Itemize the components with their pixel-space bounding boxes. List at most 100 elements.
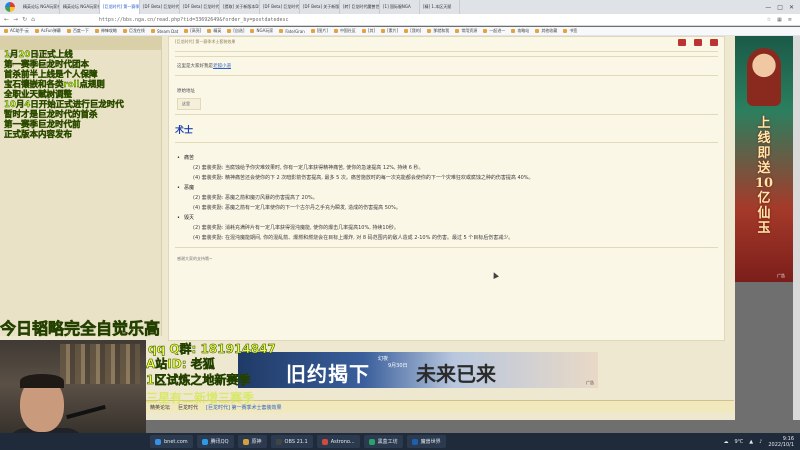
extensions-icon[interactable]: ▦ bbox=[777, 17, 782, 23]
divider bbox=[175, 75, 718, 76]
folder-icon bbox=[483, 29, 488, 33]
browser-tab[interactable]: [精] 1.本区天赋 bbox=[420, 0, 460, 14]
ad-tag: 广告 bbox=[777, 273, 785, 278]
ad-headline: 未来已来 bbox=[416, 362, 496, 386]
bookmark-item[interactable]: 神锋攻略 bbox=[94, 28, 117, 34]
folder-icon bbox=[361, 29, 366, 33]
bookmark-item[interactable]: 巨龙在线 bbox=[122, 28, 145, 34]
overlay-line: 全职业天赋树调整 bbox=[4, 90, 73, 100]
folder-icon bbox=[227, 29, 232, 33]
set-bonus-line: (4) 套装奖励: 在混沌魔能期间, 你的混乱箭、爆燃和燃烧会在目标上爆炸, 对… bbox=[193, 235, 514, 241]
home-icon[interactable]: ⌂ bbox=[31, 16, 35, 23]
ad-small-text: 9月30日 bbox=[388, 363, 408, 369]
bookmark-item[interactable]: Steam Dat bbox=[150, 29, 178, 34]
overlay-line: 1月20日正式上线 bbox=[4, 50, 73, 60]
bookmark-item[interactable]: 精英 bbox=[207, 28, 221, 34]
folder-icon bbox=[427, 29, 432, 33]
close-icon[interactable]: ✕ bbox=[789, 4, 794, 11]
overlay-line: 10月4日开始正式进行巨龙时代 bbox=[4, 100, 124, 110]
set-bonus-line: (2) 套装奖励: 消耗充满碎片有一定几率获得混沌魔能, 使你的爆击几率提高10… bbox=[193, 225, 399, 231]
bookmark-item[interactable]: AcFun弹幕 bbox=[34, 28, 61, 34]
browser-tab[interactable]: [DF Beta] 巨龙时代第一赛 bbox=[180, 0, 220, 14]
microphone-icon bbox=[66, 404, 106, 420]
taskbar-item[interactable]: 魔兽世界 bbox=[406, 435, 446, 448]
bookmark-item[interactable]: 书签 bbox=[563, 28, 577, 34]
folder-icon bbox=[207, 29, 212, 33]
bookmark-item[interactable]: [素片] bbox=[381, 28, 398, 34]
set-bonus-line: (4) 套装奖励: 精神痛苦还会使你的下 2 次暗影箭伤害提高, 最多 5 次。… bbox=[193, 175, 534, 181]
report-icon[interactable] bbox=[710, 38, 718, 46]
browser-tab[interactable]: [DF Beta] 巨龙时代 bbox=[260, 0, 300, 14]
forward-icon[interactable]: → bbox=[13, 16, 18, 23]
share-icon[interactable] bbox=[678, 38, 686, 46]
back-icon[interactable]: ← bbox=[4, 16, 9, 23]
post-meta: [巨龙时代] 第一赛季术士套装效果 bbox=[175, 39, 236, 44]
volume-icon[interactable]: ♪ bbox=[759, 439, 762, 445]
set-bonus-line: (4) 套装奖励: 恶魔之箭有一定几率使你的下一个古尔丹之手充为瞬发, 造成的伤… bbox=[193, 205, 401, 211]
bookmark-item[interactable]: [图片] bbox=[310, 28, 328, 34]
bookmark-item[interactable]: 攻略站 bbox=[511, 28, 529, 34]
bookmark-item[interactable]: 百度一下 bbox=[66, 28, 89, 34]
browser-tab[interactable]: 精英论坛 NGA玩家社区 bbox=[60, 0, 100, 14]
spec-name: 毁灭 bbox=[177, 213, 716, 223]
favorite-icon[interactable] bbox=[694, 38, 702, 46]
taskbar-item[interactable]: 原神 bbox=[237, 435, 267, 448]
taskbar-item[interactable]: bnet.com bbox=[150, 435, 193, 448]
weather-icon[interactable]: ☁ bbox=[724, 439, 729, 445]
browser-tab[interactable]: [提取] 关于新版本DH bbox=[220, 0, 260, 14]
greeting-line: 这里是大家好我是老狐小道 bbox=[177, 64, 231, 69]
bookmark-item[interactable]: [其] bbox=[361, 28, 375, 34]
url-field[interactable]: https://bbs.nga.cn/read.php?tid=33692649… bbox=[99, 17, 289, 23]
bookmark-item[interactable]: NGA玩家 bbox=[250, 28, 273, 34]
scrollbar[interactable] bbox=[793, 36, 800, 420]
refresh-icon[interactable]: ↻ bbox=[22, 16, 27, 23]
divider bbox=[175, 56, 718, 57]
overlay-line: 正式版本内容发布 bbox=[4, 130, 73, 140]
folder-icon bbox=[333, 29, 338, 33]
bookmark-item[interactable]: 其他收藏 bbox=[535, 28, 557, 34]
bookmark-item[interactable]: [高亮] bbox=[184, 28, 201, 34]
browser-tab[interactable]: [转] 巨龙时代魔兽世界 bbox=[340, 0, 380, 14]
bookmark-item[interactable]: Fate/Gran bbox=[279, 29, 305, 34]
spec-name: 恶魔 bbox=[177, 183, 716, 193]
browser-logo-icon[interactable] bbox=[0, 0, 20, 14]
clock[interactable]: 9:16 2022/10/1 bbox=[768, 436, 794, 448]
bookmark-item[interactable]: [自选] bbox=[227, 28, 244, 34]
bookmark-star-icon[interactable]: ☆ bbox=[767, 17, 771, 23]
taskbar-item[interactable]: OBS 21.1 bbox=[270, 435, 313, 448]
post-body: [巨龙时代] 第一赛季术士套装效果 这里是大家好我是老狐小道 原始地址 这里 术… bbox=[168, 36, 725, 341]
app-icon bbox=[368, 438, 375, 445]
browser-tab-active[interactable]: [巨龙时代] 第一赛季术士 bbox=[100, 0, 140, 14]
section-title: 术士 bbox=[175, 126, 194, 136]
menu-icon[interactable]: ≡ bbox=[788, 17, 792, 23]
overlay-line: 第一赛季巨龙时代团本 bbox=[4, 60, 90, 70]
browser-tab[interactable]: 精英论坛 NGA玩家社区 bbox=[20, 0, 60, 14]
folder-icon bbox=[511, 29, 516, 33]
bookmark-item[interactable]: [我的] bbox=[404, 28, 421, 34]
folder-icon bbox=[34, 29, 39, 33]
right-advertisement[interactable]: 上线即送10亿仙玉 广告 bbox=[735, 36, 793, 282]
bookmark-item[interactable]: AC助手-云 bbox=[4, 28, 29, 34]
taskbar-item[interactable]: 黑盒工坊 bbox=[363, 435, 403, 448]
browser-tab[interactable]: [DF Beta] 关于新版本 bbox=[300, 0, 340, 14]
bookmark-item[interactable]: 一起进一 bbox=[483, 28, 505, 34]
minimize-icon[interactable]: — bbox=[765, 4, 771, 11]
folder-icon bbox=[150, 29, 155, 33]
bookmark-item[interactable]: 那就和我 bbox=[427, 28, 449, 34]
browser-tab[interactable]: [DF Beta] 巨龙时代第一赛 bbox=[140, 0, 180, 14]
stream-notes-overlay: 1月20日正式上线 第一赛季巨龙时代团本 首杀前半上线是个人保障 宝石镶嵌和各类… bbox=[4, 50, 194, 140]
network-icon[interactable]: ▲ bbox=[749, 439, 753, 445]
bookmark-item[interactable]: 中国社区 bbox=[333, 28, 356, 34]
maximize-icon[interactable]: □ bbox=[777, 4, 783, 11]
app-icon bbox=[275, 438, 282, 445]
folder-icon bbox=[4, 29, 8, 33]
bookmark-item[interactable]: 常用资源 bbox=[455, 28, 477, 34]
stream-stage: 1区试炼之地新赛季 bbox=[146, 373, 251, 388]
post-actions bbox=[678, 38, 718, 46]
taskbar-item[interactable]: 腾讯QQ bbox=[196, 435, 234, 448]
browser-tab[interactable]: [1] 国际服NGA bbox=[380, 0, 420, 14]
taskbar-item[interactable]: Astrono... bbox=[316, 435, 360, 448]
divider bbox=[175, 114, 718, 115]
bottom-advertisement[interactable]: 幻夜 9月30日 旧约揭下 未来已来 广告 bbox=[238, 352, 598, 388]
author-link[interactable]: 老狐小道 bbox=[213, 64, 231, 69]
